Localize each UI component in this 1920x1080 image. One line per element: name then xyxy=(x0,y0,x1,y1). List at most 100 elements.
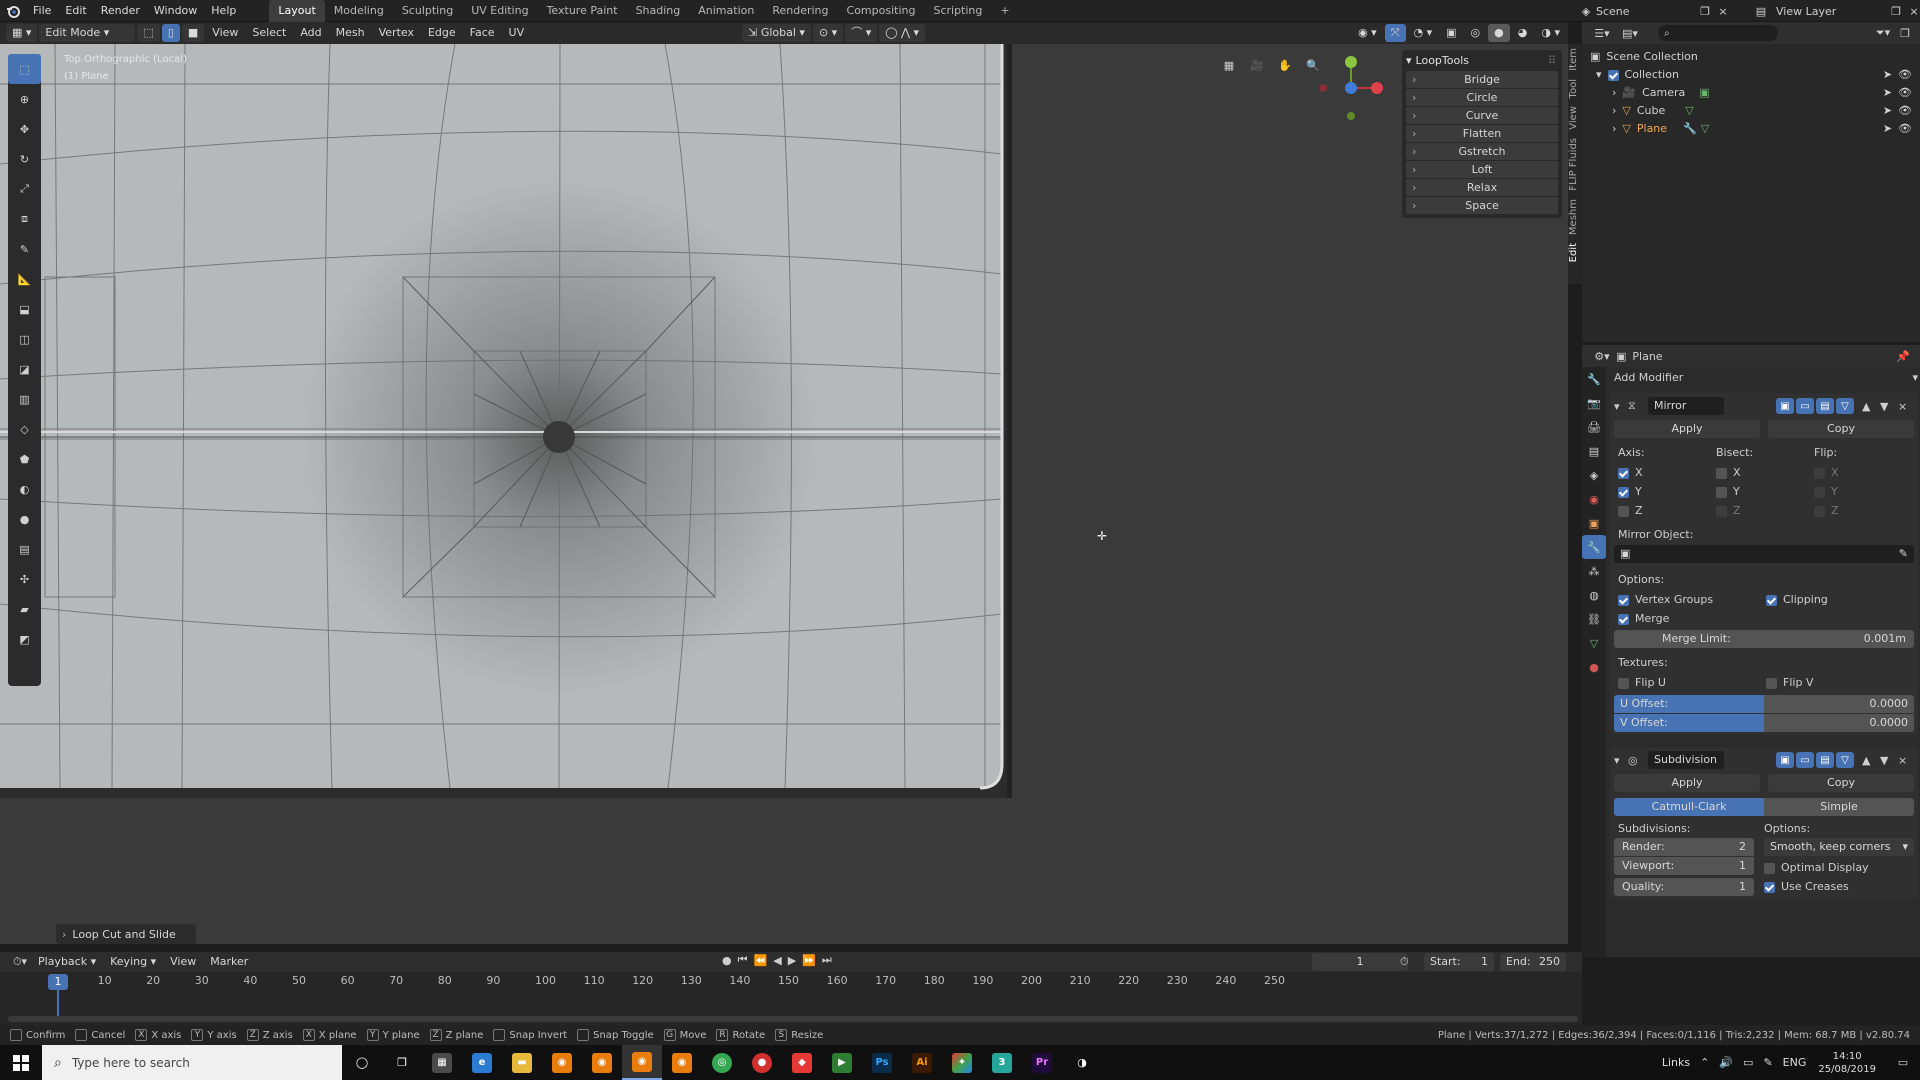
outliner-collection[interactable]: ▾ Collection ➤ 👁 xyxy=(1590,66,1920,84)
new-collection-icon[interactable]: ❐ xyxy=(1896,27,1914,40)
outliner-scene-collection[interactable]: ▣ Scene Collection xyxy=(1590,48,1920,66)
copy-view-layer-icon[interactable]: ❐ xyxy=(1887,5,1905,18)
select-mode-vertex-icon[interactable]: ⬚ xyxy=(137,24,160,42)
gizmo-icon[interactable]: ⤧ xyxy=(1384,24,1406,42)
edit-mode-toggle-icon[interactable]: ▣ xyxy=(1776,752,1794,768)
colorful-app-icon[interactable]: ✦ xyxy=(942,1045,982,1080)
menu-edit[interactable]: Edit xyxy=(58,0,93,22)
start-frame-field[interactable]: Start: 1 xyxy=(1424,953,1494,971)
smooth-icon[interactable]: ● xyxy=(8,504,41,534)
extrude-icon[interactable]: ⬓ xyxy=(8,294,41,324)
move-down-icon[interactable]: ▼ xyxy=(1880,400,1898,413)
cube-mesh-icon[interactable]: ▽ xyxy=(1685,102,1693,120)
cube-eye-icon[interactable]: 👁 xyxy=(1898,102,1912,120)
taskbar-search[interactable]: ⌕ Type here to search xyxy=(42,1045,342,1080)
object-props-icon[interactable]: ▣ xyxy=(1582,511,1606,535)
render-toggle-icon[interactable]: ▽ xyxy=(1836,752,1854,768)
catmull-clark-button[interactable]: Catmull-Clark xyxy=(1614,798,1764,816)
scene-selector[interactable]: ◈ Scene ❐ × xyxy=(1576,0,1732,22)
next-keyframe-icon[interactable]: ⏩ xyxy=(802,954,816,967)
scale-icon[interactable]: ⤢ xyxy=(8,174,41,204)
tab-edit[interactable]: Edit xyxy=(1568,239,1579,266)
cube-select-icon[interactable]: ➤ xyxy=(1883,102,1892,120)
viewport-toggle-icon[interactable]: ▤ xyxy=(1816,398,1834,414)
bevel-icon[interactable]: ◪ xyxy=(8,354,41,384)
looptools-space[interactable]: Space xyxy=(1406,197,1558,214)
measure-icon[interactable]: 📐 xyxy=(8,264,41,294)
red-app-icon-2[interactable]: ◆ xyxy=(782,1045,822,1080)
outliner-editor-icon[interactable]: ☰▾ xyxy=(1588,27,1616,40)
select-box-icon[interactable]: ⬚ xyxy=(8,54,41,84)
cage-toggle-icon[interactable]: ▭ xyxy=(1796,398,1814,414)
menu-view[interactable]: View xyxy=(206,24,244,42)
overlay-icon[interactable]: ◔ ▾ xyxy=(1408,24,1439,42)
edge-browser-icon[interactable]: e xyxy=(462,1045,502,1080)
axis-z-checkbox[interactable]: Z xyxy=(1618,504,1716,517)
collection-eye-icon[interactable]: 👁 xyxy=(1898,66,1912,84)
menu-uv[interactable]: UV xyxy=(503,24,531,42)
uv-smooth-dropdown[interactable]: Smooth, keep corners ▾ xyxy=(1764,838,1914,856)
viewport-toggle-icon[interactable]: ▤ xyxy=(1816,752,1834,768)
axis-x-checkbox[interactable]: X xyxy=(1618,466,1716,479)
tab-texture-paint[interactable]: Texture Paint xyxy=(538,0,627,22)
menu-face[interactable]: Face xyxy=(464,24,501,42)
blender-app-icon-1[interactable]: ◉ xyxy=(542,1045,582,1080)
outliner-cube[interactable]: › ▽ Cube ▽ ➤ 👁 xyxy=(1590,102,1920,120)
mirror-object-field[interactable]: ▣ ✎ xyxy=(1614,545,1914,563)
frame-ruler[interactable]: 10 20 30 40 50 60 70 80 90 100 110 120 130 140 150 160 1… xyxy=(0,972,1582,992)
xray-icon[interactable]: ▣ xyxy=(1440,24,1462,42)
remove-mirror-icon[interactable]: × xyxy=(1898,400,1914,413)
expand-collection-icon[interactable]: ▾ xyxy=(1596,66,1602,84)
toggle-grid-icon[interactable]: ▦ xyxy=(1218,54,1240,76)
looptools-curve[interactable]: Curve xyxy=(1406,107,1558,124)
vertex-groups-checkbox[interactable]: Vertex Groups xyxy=(1618,593,1766,606)
looptools-loft[interactable]: Loft xyxy=(1406,161,1558,178)
properties-editor-icon[interactable]: ⚙▾ xyxy=(1588,350,1616,363)
particles-props-icon[interactable]: ⁂ xyxy=(1582,559,1606,583)
photoshop-icon[interactable]: Ps xyxy=(862,1045,902,1080)
calculator-icon[interactable]: ▦ xyxy=(422,1045,462,1080)
remove-subdivision-icon[interactable]: × xyxy=(1898,754,1914,767)
close-view-layer-icon[interactable]: × xyxy=(1905,5,1920,18)
annotate-icon[interactable]: ✎ xyxy=(8,234,41,264)
edit-mode-toggle-icon[interactable]: ▣ xyxy=(1776,398,1794,414)
simple-button[interactable]: Simple xyxy=(1764,798,1914,816)
modifier-props-icon[interactable]: 🔧 xyxy=(1582,535,1606,559)
mode-selector[interactable]: Edit Mode ▾ xyxy=(39,24,136,42)
outliner-plane[interactable]: › ▽ Plane 🔧 ▽ ➤ 👁 xyxy=(1590,120,1920,138)
mirror-name-field[interactable]: Mirror xyxy=(1648,397,1724,415)
bisect-z-checkbox[interactable]: Z xyxy=(1716,504,1814,517)
physics-props-icon[interactable]: ◍ xyxy=(1582,583,1606,607)
timeline-editor-icon[interactable]: ⏱▾ xyxy=(8,955,32,969)
expand-icon[interactable]: › xyxy=(1612,102,1616,120)
looptools-title[interactable]: LoopTools xyxy=(1416,54,1469,67)
play-icon[interactable]: ▶ xyxy=(788,954,796,967)
copy-scene-icon[interactable]: ❐ xyxy=(1696,5,1714,18)
knife-icon[interactable]: ◇ xyxy=(8,414,41,444)
shading-wire-icon[interactable]: ◎ xyxy=(1465,24,1487,42)
select-mode-edge-icon[interactable]: ▯ xyxy=(161,24,180,42)
network-icon[interactable]: ✎ xyxy=(1763,1056,1772,1069)
flip-u-checkbox[interactable]: Flip U xyxy=(1618,676,1766,689)
collapse-arrow-icon[interactable]: ▾ xyxy=(1406,54,1412,67)
eyedropper-icon[interactable]: ✎ xyxy=(1899,545,1908,563)
pin-icon[interactable]: 📌 xyxy=(1896,350,1910,363)
material-props-icon[interactable]: ● xyxy=(1582,655,1606,679)
rotate-icon[interactable]: ↻ xyxy=(8,144,41,174)
shading-solid-icon[interactable]: ● xyxy=(1488,24,1510,42)
prev-keyframe-icon[interactable]: ⏪ xyxy=(754,954,768,967)
illustrator-icon[interactable]: Ai xyxy=(902,1045,942,1080)
shrink-fatten-icon[interactable]: ✣ xyxy=(8,564,41,594)
premiere-icon[interactable]: Pr xyxy=(1022,1045,1062,1080)
tab-item[interactable]: Item xyxy=(1568,44,1579,75)
outliner-search[interactable]: ⌕ xyxy=(1658,25,1778,41)
three-app-icon[interactable]: 3 xyxy=(982,1045,1022,1080)
jump-start-icon[interactable]: ⏮ xyxy=(738,953,748,967)
quality-field[interactable]: Quality: 1 xyxy=(1614,878,1754,896)
viewport-levels-field[interactable]: Viewport: 1 xyxy=(1614,857,1754,875)
expand-icon[interactable]: › xyxy=(1612,84,1616,102)
outliner-camera[interactable]: › 🎥 Camera ▣ ➤ 👁 xyxy=(1590,84,1920,102)
subdivision-copy-button[interactable]: Copy xyxy=(1768,774,1914,792)
tab-layout[interactable]: Layout xyxy=(269,0,325,22)
optimal-display-checkbox[interactable]: Optimal Display xyxy=(1764,858,1914,877)
